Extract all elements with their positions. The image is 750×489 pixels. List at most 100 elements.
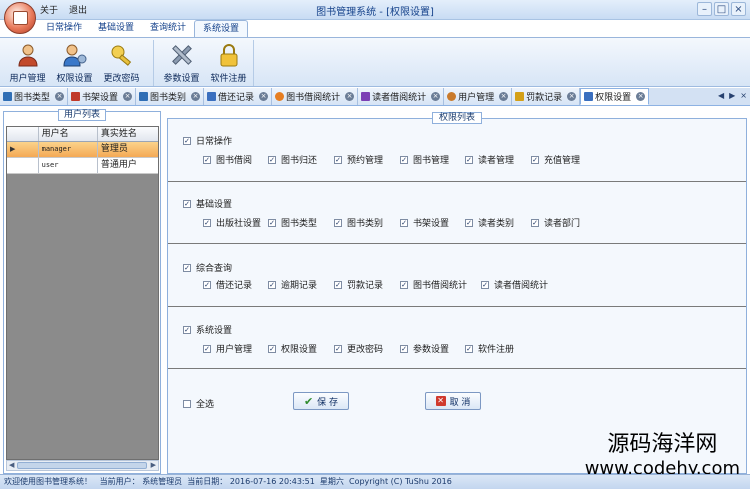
- tab-borrow-record[interactable]: 借还记录 ×: [204, 88, 273, 105]
- horizontal-scrollbar[interactable]: ◀ ▶: [6, 460, 159, 471]
- perm-checkbox[interactable]: ✓ 用户管理: [203, 342, 252, 355]
- maximize-icon[interactable]: □: [714, 2, 729, 16]
- user-list-panel: 用户列表 用户名 真实姓名 ▶ manager 管理员 user 普通用户 ◀ …: [3, 109, 161, 474]
- perm-checkbox[interactable]: ✓ 读者管理: [465, 153, 514, 166]
- divider: [168, 368, 746, 369]
- status-date-label: 当前日期：: [187, 477, 228, 486]
- tab-left-icon[interactable]: ◀: [718, 91, 724, 100]
- close-tab-icon[interactable]: ×: [345, 92, 355, 101]
- scroll-left-icon[interactable]: ◀: [9, 461, 14, 470]
- document-tabs: 图书类型 × 书架设置 × 图书类别 × 借还记录 × 图书借阅统计 × 读者借阅统计 × …: [0, 88, 750, 106]
- close-icon[interactable]: ×: [731, 2, 746, 16]
- cancel-button[interactable]: ✕ 取 消: [425, 392, 481, 410]
- tools-icon: [171, 45, 192, 65]
- ribbon-tab-basic[interactable]: 基础设置: [90, 20, 142, 37]
- ribbon-group-system: 参数设置 软件注册: [158, 40, 254, 86]
- book-icon: [13, 11, 28, 25]
- window-title: 图书管理系统 - [权限设置]: [316, 7, 434, 18]
- col-realname[interactable]: 真实姓名: [98, 127, 158, 141]
- perm-checkbox[interactable]: ✓ 书架设置: [400, 216, 449, 229]
- tab-bookshelf[interactable]: 书架设置 ×: [68, 88, 137, 105]
- check-icon: ✔: [303, 394, 314, 408]
- chart-icon: [361, 92, 371, 101]
- close-tab-icon[interactable]: ×: [55, 92, 65, 101]
- table-row[interactable]: ▶ manager 管理员: [7, 142, 158, 158]
- perm-checkbox[interactable]: ✓ 借还记录: [203, 278, 252, 291]
- group-checkbox-daily[interactable]: ✓ 日常操作: [183, 134, 232, 147]
- perm-checkbox[interactable]: ✓ 参数设置: [400, 342, 449, 355]
- ribbon-group-users: 用户管理 权限设置 更改密码: [4, 40, 154, 86]
- close-tab-icon[interactable]: ×: [499, 92, 509, 101]
- change-password-button[interactable]: 更改密码: [98, 40, 145, 86]
- tab-book-category[interactable]: 图书类别 ×: [136, 88, 205, 105]
- lock-icon: [220, 44, 237, 67]
- scroll-right-icon[interactable]: ▶: [151, 461, 156, 470]
- perm-checkbox[interactable]: ✓ 图书类型: [268, 216, 317, 229]
- user-list-title: 用户列表: [58, 109, 106, 121]
- perm-checkbox[interactable]: ✓ 逾期记录: [268, 278, 317, 291]
- perm-checkbox[interactable]: ✓ 罚款记录: [334, 278, 383, 291]
- perm-checkbox[interactable]: ✓ 出版社设置: [203, 216, 261, 229]
- tab-permission[interactable]: 权限设置 ×: [580, 88, 650, 105]
- record-icon: [207, 92, 217, 101]
- ribbon-tab-query[interactable]: 查询统计: [142, 20, 194, 37]
- user-icon: [17, 44, 38, 67]
- tab-navigation: ◀ ▶ ×: [718, 91, 747, 100]
- param-settings-button[interactable]: 参数设置: [158, 40, 205, 86]
- minimize-icon[interactable]: –: [697, 2, 712, 16]
- cancel-icon: ✕: [435, 396, 446, 406]
- close-tab-icon[interactable]: ×: [191, 92, 201, 101]
- perm-checkbox[interactable]: ✓ 读者借阅统计: [481, 278, 548, 291]
- user-manage-button[interactable]: 用户管理: [4, 40, 51, 86]
- ribbon-tab-daily[interactable]: 日常操作: [38, 20, 90, 37]
- perm-checkbox[interactable]: ✓ 图书借阅: [203, 153, 252, 166]
- status-welcome: 欢迎使用图书管理系统！: [4, 477, 92, 486]
- close-tab-icon[interactable]: ×: [431, 92, 441, 101]
- tab-fine-record[interactable]: 罚款记录 ×: [512, 88, 581, 105]
- perm-checkbox[interactable]: ✓ 读者类别: [465, 216, 514, 229]
- perm-checkbox[interactable]: ✓ 图书归还: [268, 153, 317, 166]
- tab-user-manage[interactable]: 用户管理 ×: [444, 88, 513, 105]
- tab-right-icon[interactable]: ▶: [729, 91, 735, 100]
- perm-checkbox[interactable]: ✓ 读者部门: [531, 216, 580, 229]
- perm-checkbox[interactable]: ✓ 图书类别: [334, 216, 383, 229]
- register-button[interactable]: 软件注册: [205, 40, 252, 86]
- permission-list-title: 权限列表: [432, 112, 482, 124]
- perm-checkbox[interactable]: ✓ 预约管理: [334, 153, 383, 166]
- group-checkbox-basic[interactable]: ✓ 基础设置: [183, 197, 232, 210]
- perm-checkbox[interactable]: ✓ 充值管理: [531, 153, 580, 166]
- save-button[interactable]: ✔ 保 存: [293, 392, 349, 410]
- perm-checkbox[interactable]: ✓ 更改密码: [334, 342, 383, 355]
- user-icon: [447, 92, 457, 101]
- status-user: 系统管理员: [142, 477, 183, 486]
- close-tab-icon[interactable]: ×: [123, 92, 133, 101]
- permission-settings-button[interactable]: 权限设置: [51, 40, 98, 86]
- col-username[interactable]: 用户名: [39, 127, 98, 141]
- ribbon-tab-system[interactable]: 系统设置: [194, 20, 249, 37]
- close-tab-icon[interactable]: ×: [259, 92, 269, 101]
- money-icon: [515, 92, 525, 101]
- tab-book-stats[interactable]: 图书借阅统计 ×: [272, 88, 359, 105]
- group-checkbox-system[interactable]: ✓ 系统设置: [183, 323, 232, 336]
- app-menu-button[interactable]: [4, 2, 36, 34]
- table-row[interactable]: user 普通用户: [7, 158, 158, 174]
- status-copyright: Copyright (C) TuShu 2016: [348, 477, 452, 486]
- perm-checkbox[interactable]: ✓ 权限设置: [268, 342, 317, 355]
- close-tab-icon[interactable]: ×: [636, 92, 646, 101]
- perm-checkbox[interactable]: ✓ 图书管理: [400, 153, 449, 166]
- tab-reader-stats[interactable]: 读者借阅统计 ×: [358, 88, 445, 105]
- book-category-icon: [139, 92, 149, 101]
- status-date: 2016-07-16 20:43:51: [229, 477, 315, 486]
- divider: [168, 306, 746, 307]
- watermark: 源码海洋网 www.codehy.com: [584, 432, 740, 479]
- perm-checkbox[interactable]: ✓ 软件注册: [465, 342, 514, 355]
- group-checkbox-query[interactable]: ✓ 综合查询: [183, 261, 232, 274]
- tab-close-icon[interactable]: ×: [740, 91, 747, 100]
- grid-header: 用户名 真实姓名: [7, 127, 158, 142]
- select-all-checkbox[interactable]: 全选: [183, 397, 214, 410]
- tab-book-type[interactable]: 图书类型 ×: [0, 88, 69, 105]
- scroll-thumb[interactable]: [17, 462, 147, 469]
- book-type-icon: [3, 92, 12, 101]
- perm-checkbox[interactable]: ✓ 图书借阅统计: [400, 278, 467, 291]
- close-tab-icon[interactable]: ×: [567, 92, 577, 101]
